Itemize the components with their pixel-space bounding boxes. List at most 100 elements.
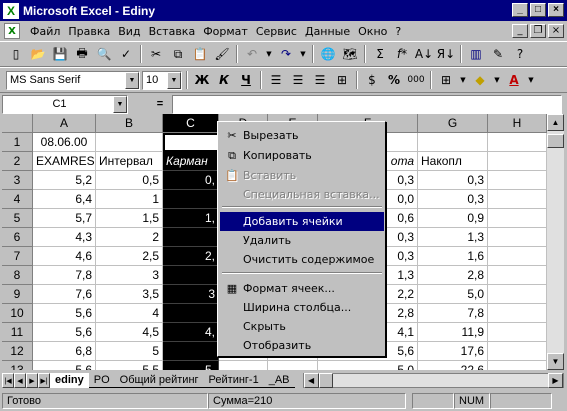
doc-close-button[interactable]: × [548,24,564,38]
italic-button[interactable]: К [214,70,234,90]
scroll-h-thumb[interactable] [318,373,333,388]
menu-view[interactable]: Вид [114,25,144,38]
cell-g9[interactable]: 5,0 [418,285,488,304]
align-left-icon[interactable]: ☰ [266,70,286,90]
row-header-1[interactable]: 1 [2,133,33,152]
chart-wizard-icon[interactable]: ▥ [466,44,486,64]
copy-icon[interactable]: ⧉ [168,44,188,64]
cell-c9[interactable]: 3 [163,285,219,304]
cell-a12[interactable]: 6,8 [33,342,96,361]
cell-c11[interactable]: 4, [163,323,219,342]
cell-a8[interactable]: 7,8 [33,266,96,285]
cell-h12[interactable] [488,342,547,361]
scroll-left-icon[interactable]: ◀ [303,373,319,388]
column-header-h[interactable]: H [488,114,547,133]
cell-f13[interactable]: 5,0 [318,361,418,370]
print-preview-icon[interactable]: 🔍 [94,44,114,64]
cell-h1[interactable] [488,133,547,152]
cell-c3[interactable]: 0, [163,171,219,190]
scroll-thumb[interactable] [547,134,564,148]
row-header-13[interactable]: 13 [2,361,33,370]
cell-b2[interactable]: Интервал [96,152,163,171]
cell-g5[interactable]: 0,9 [418,209,488,228]
sheet-tab-po[interactable]: PO [88,373,115,388]
fill-color-icon[interactable]: ◆ [470,70,490,90]
scroll-down-icon[interactable]: ▼ [547,353,564,370]
office-assistant-icon[interactable]: ? [510,44,530,64]
cell-d13[interactable] [219,361,268,370]
borders-icon[interactable]: ⊞ [436,70,456,90]
cell-b6[interactable]: 2 [96,228,163,247]
column-header-a[interactable]: A [33,114,96,133]
cell-a1[interactable]: 08.06.00 [33,133,96,152]
cell-c5[interactable]: 1, [163,209,219,228]
redo-icon[interactable]: ↷ [276,44,296,64]
workbook-icon[interactable]: X [4,23,20,39]
drawing-icon[interactable]: ✎ [488,44,508,64]
cell-g7[interactable]: 1,6 [418,247,488,266]
column-header-g[interactable]: G [418,114,488,133]
cell-c4[interactable] [163,190,219,209]
row-header-11[interactable]: 11 [2,323,33,342]
row-header-2[interactable]: 2 [2,152,33,171]
row-header-12[interactable]: 12 [2,342,33,361]
cell-g10[interactable]: 7,8 [418,304,488,323]
formula-input[interactable] [172,94,562,114]
last-sheet-icon[interactable]: ▶| [38,373,50,388]
vertical-scrollbar[interactable]: ▲ ▼ [547,114,564,370]
context-menu-item-clear-contents[interactable]: Очистить содержимое [220,250,384,269]
comma-style-icon[interactable]: 000 [406,70,426,90]
cell-c13[interactable]: 5, [163,361,219,370]
maximize-button[interactable]: □ [530,3,546,17]
menu-window[interactable]: Окно [354,25,391,38]
cell-a6[interactable]: 4,3 [33,228,96,247]
cell-g2[interactable]: Накопл [418,152,488,171]
cell-h6[interactable] [488,228,547,247]
column-header-b[interactable]: B [96,114,163,133]
cell-h10[interactable] [488,304,547,323]
cell-b8[interactable]: 3 [96,266,163,285]
menu-data[interactable]: Данные [301,25,354,38]
context-menu-item-format-cells[interactable]: ▦ Формат ячеек... [220,279,384,298]
cell-b10[interactable]: 4 [96,304,163,323]
row-header-5[interactable]: 5 [2,209,33,228]
font-color-icon[interactable]: A [504,70,524,90]
save-icon[interactable]: 💾 [50,44,70,64]
context-menu-item-cut[interactable]: ✂ Вырезать [220,126,384,145]
doc-restore-button[interactable]: ❐ [530,24,546,38]
cell-h2[interactable] [488,152,547,171]
web-toolbar-icon[interactable]: 🗺 [340,44,360,64]
fill-dropdown-icon[interactable]: ▼ [492,70,502,90]
chevron-down-icon[interactable]: ▼ [113,95,127,113]
cell-b3[interactable]: 0,5 [96,171,163,190]
cell-a9[interactable]: 7,6 [33,285,96,304]
cell-h9[interactable] [488,285,547,304]
equals-sign[interactable]: = [148,98,172,110]
function-icon[interactable]: f* [392,44,412,64]
font-size-combo[interactable]: 10 ▼ [142,70,182,90]
context-menu-item-insert-cells[interactable]: Добавить ячейки [220,212,384,231]
cell-h5[interactable] [488,209,547,228]
name-box[interactable]: C1 ▼ [2,94,128,114]
horizontal-scrollbar[interactable]: ◀ ▶ [302,373,564,388]
merge-center-icon[interactable]: ⊞ [332,70,352,90]
cell-b9[interactable]: 3,5 [96,285,163,304]
undo-icon[interactable]: ↶ [242,44,262,64]
font-name-combo[interactable]: MS Sans Serif ▼ [6,70,140,90]
cell-a3[interactable]: 5,2 [33,171,96,190]
cell-b12[interactable]: 5 [96,342,163,361]
menu-help[interactable]: ? [391,25,405,38]
cell-c1[interactable] [163,133,219,152]
context-menu-item-copy[interactable]: ⧉ Копировать [220,146,384,165]
cell-a13[interactable]: 5,6 [33,361,96,370]
context-menu-item-column-width[interactable]: Ширина столбца... [220,298,384,317]
row-header-9[interactable]: 9 [2,285,33,304]
new-icon[interactable]: ▯ [6,44,26,64]
cell-h4[interactable] [488,190,547,209]
cell-e13[interactable] [268,361,318,370]
format-painter-icon[interactable]: 🖌 [212,44,232,64]
cell-h7[interactable] [488,247,547,266]
cell-h8[interactable] [488,266,547,285]
cell-g1[interactable] [418,133,488,152]
close-button[interactable]: × [548,3,564,17]
